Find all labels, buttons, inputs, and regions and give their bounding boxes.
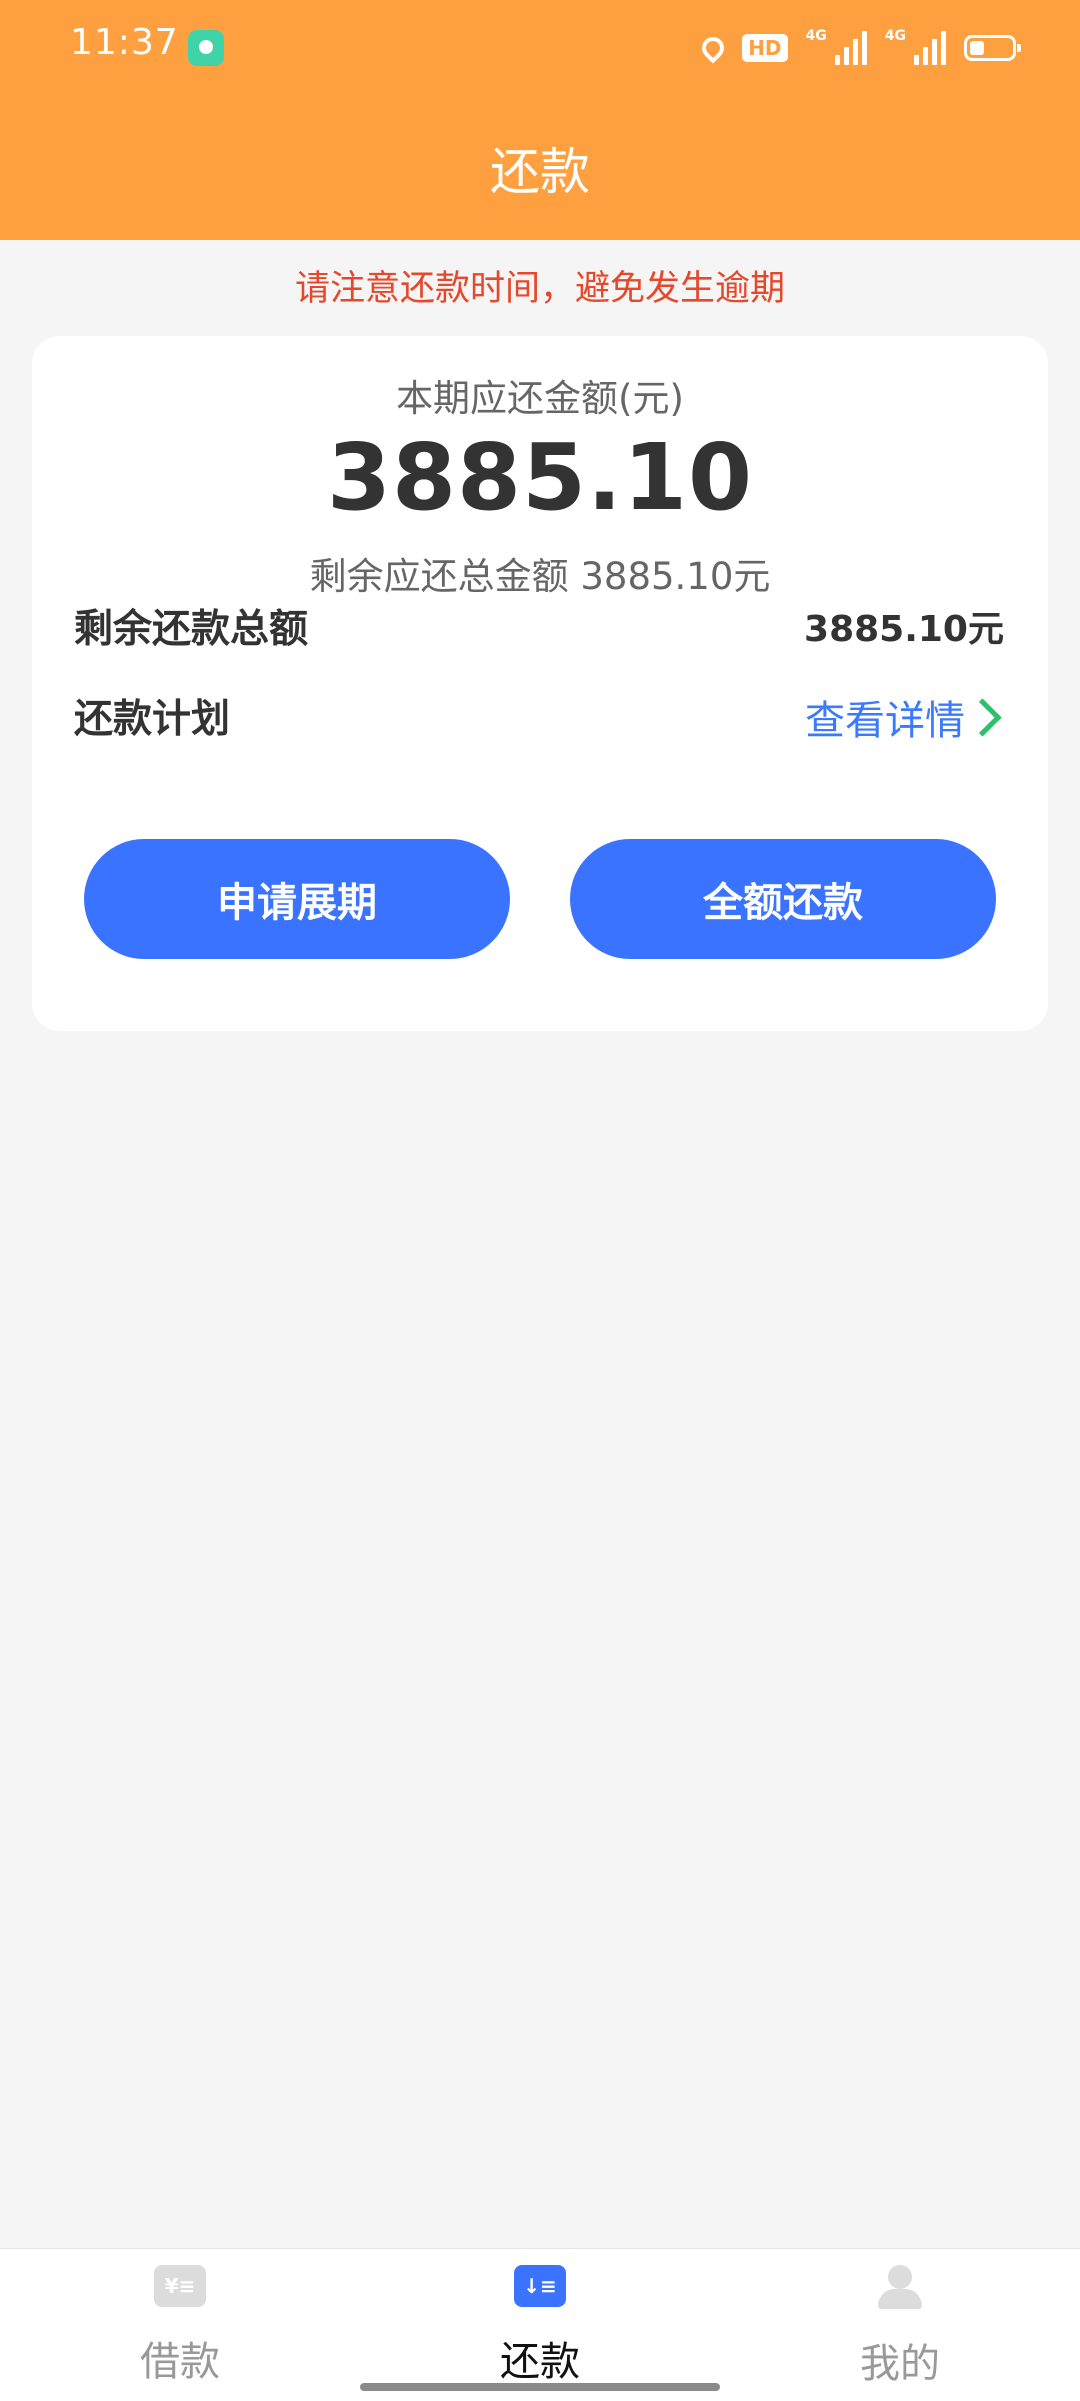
nav-item-mine[interactable]: 我的 bbox=[800, 2265, 1000, 2389]
apply-extension-button[interactable]: 申请展期 bbox=[84, 839, 510, 959]
nav-label-repay[interactable]: 还款 bbox=[440, 2329, 640, 2387]
view-details-link[interactable]: 查看详情 bbox=[805, 688, 1004, 746]
bottom-nav: ¥≡ 借款 ↓≡ 还款 我的 bbox=[0, 2248, 1080, 2401]
view-details-text[interactable]: 查看详情 bbox=[805, 688, 965, 746]
location-icon bbox=[697, 32, 729, 64]
notification-app-icon bbox=[188, 30, 224, 66]
current-amount-value: 3885.10 bbox=[326, 424, 754, 531]
status-time: 11:37 bbox=[70, 22, 179, 63]
nav-label-borrow[interactable]: 借款 bbox=[80, 2329, 280, 2387]
signal-icon bbox=[834, 31, 867, 65]
repayment-notice: 请注意还款时间，避免发生逾期 bbox=[294, 269, 785, 309]
hd-icon: HD bbox=[742, 34, 788, 62]
repayment-plan-label: 还款计划 bbox=[74, 697, 231, 742]
total-remaining-row: 剩余还款总额 3885.10元 bbox=[74, 598, 1004, 658]
remaining-total-line: 剩余应还总金额 3885.10元 bbox=[309, 555, 771, 598]
app-header: 11:37 HD 4G 4G 还款 bbox=[0, 0, 1080, 240]
nav-label-mine[interactable]: 我的 bbox=[800, 2331, 1000, 2389]
page-title: 还款 bbox=[490, 143, 590, 201]
repay-list-icon[interactable]: ↓≡ bbox=[514, 2265, 566, 2307]
network-type-label-2: 4G bbox=[884, 28, 906, 44]
home-indicator[interactable] bbox=[360, 2383, 720, 2391]
battery-icon bbox=[964, 35, 1021, 61]
nav-item-borrow[interactable]: ¥≡ 借款 bbox=[80, 2265, 280, 2387]
status-icons: HD 4G 4G bbox=[697, 28, 1021, 68]
nav-item-repay[interactable]: ↓≡ 还款 bbox=[440, 2265, 640, 2387]
total-remaining-label: 剩余还款总额 bbox=[74, 607, 309, 652]
signal-icon-2 bbox=[914, 31, 946, 65]
yen-list-icon[interactable]: ¥≡ bbox=[154, 2265, 206, 2307]
profile-icon[interactable] bbox=[874, 2265, 926, 2309]
network-type-label: 4G bbox=[805, 28, 827, 44]
repayment-plan-row: 还款计划 查看详情 bbox=[74, 688, 1004, 748]
full-repayment-button[interactable]: 全额还款 bbox=[570, 839, 996, 959]
repayment-card: 本期应还金额(元) 3885.10 剩余应还总金额 3885.10元 剩余还款总… bbox=[32, 336, 1048, 1031]
total-remaining-value: 3885.10元 bbox=[804, 609, 1004, 650]
chevron-right-icon[interactable] bbox=[963, 697, 1002, 737]
current-amount-label: 本期应还金额(元) bbox=[396, 377, 684, 420]
